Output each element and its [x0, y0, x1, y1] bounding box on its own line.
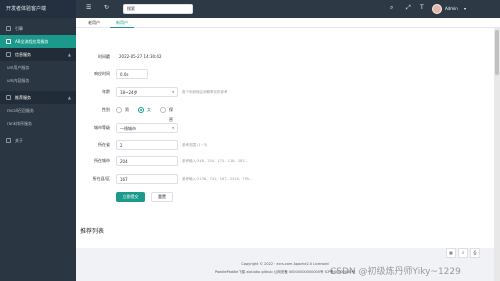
county-field[interactable]: 167 [116, 174, 178, 184]
time-value: 2022-05-27 14:30:42 [116, 52, 174, 62]
sidebar-item-ab[interactable]: AB全流程应用服务 [0, 35, 76, 48]
sidebar-item-engine[interactable]: 引擎 [0, 22, 76, 35]
chevron-down-icon: ▼ [172, 126, 175, 130]
export-icon[interactable]: ⇩ [458, 248, 468, 258]
chevron-up-icon: ▲ [67, 95, 71, 100]
refresh-icon[interactable]: ↻ [104, 5, 109, 11]
about-icon [6, 138, 11, 143]
sidebar-item-recall[interactable]: recall召回服务 [0, 104, 76, 117]
gender-radio-female[interactable] [138, 107, 144, 113]
chevron-down-icon: ▼ [172, 90, 175, 94]
city-level-select[interactable]: 一线城市 [116, 123, 178, 133]
sidebar-item-rank[interactable]: rank排序服务 [0, 117, 76, 130]
reset-button[interactable]: 重置 [151, 192, 173, 202]
sidebar-group-recommend[interactable]: 推荐服务 ▲ [0, 91, 76, 104]
scrollbar[interactable] [494, 28, 500, 281]
city-label: 所在城市 [94, 158, 110, 163]
topbar: ☰ ↻ 搜索 ⌕ ⤢ T Admin ▾ [76, 0, 500, 18]
gender-radio-male[interactable] [116, 107, 122, 113]
city-level-label: 城市等级 [94, 125, 110, 130]
sidebar-item-um-user[interactable]: um用户服务 [0, 61, 76, 74]
ab-icon [6, 39, 11, 44]
county-label: 所在县/区 [92, 176, 110, 181]
recommend-panel: 推荐列表 [76, 218, 494, 248]
county-hint: 参考输入:2136、741、167、2316、795... [182, 177, 253, 181]
age-select[interactable]: 18~24岁 [116, 87, 178, 97]
submit-button[interactable]: 立即提交 [116, 192, 145, 202]
brand-title: 开发者体验客户端 [0, 0, 76, 18]
gender-option-male: 男 [125, 107, 129, 112]
avatar[interactable] [432, 4, 442, 14]
latency-field[interactable]: 0.0s [116, 69, 148, 79]
text-size-icon[interactable]: T [420, 5, 424, 11]
scrollbar-thumb[interactable] [495, 30, 499, 75]
latency-label: 响应时间 [94, 71, 110, 76]
province-hint: 参考范围 (1~3) [182, 143, 208, 147]
menu-icon[interactable]: ☰ [86, 5, 91, 11]
sidebar-group-info[interactable]: 信息服务 ▲ [0, 48, 76, 61]
city-field[interactable]: 204 [116, 156, 178, 166]
recommend-icon [6, 95, 11, 100]
user-name[interactable]: Admin [445, 6, 458, 11]
tab-old-user[interactable]: 老用户 [82, 18, 106, 28]
chevron-up-icon: ▲ [67, 52, 71, 57]
time-label: 时间戳 [98, 54, 110, 59]
watermark: CSDN @初级炼丹师Yiky~1229 [330, 267, 461, 277]
tab-new-user[interactable]: 新用户 [110, 18, 134, 28]
sidebar: 开发者体验客户端 引擎 AB全流程应用服务 信息服务 ▲ um用户服务 um内容服… [0, 0, 76, 281]
sidebar-item-um-content[interactable]: um内容服务 [0, 74, 76, 87]
recommend-title: 推荐列表 [80, 228, 105, 235]
search-input[interactable]: 搜索 [123, 4, 193, 14]
province-label: 所在省 [98, 142, 110, 147]
chevron-down-icon[interactable]: ▾ [464, 6, 466, 11]
province-field[interactable]: 2 [116, 140, 178, 150]
gender-option-secret: 保密 [169, 107, 173, 122]
gender-label: 性别 [102, 107, 110, 112]
gender-option-female: 女 [147, 107, 151, 112]
info-icon [6, 52, 11, 57]
age-hint: 各个年龄段区间概率仅供参考 [182, 90, 228, 94]
city-hint: 参考输入:348、204、174、116、283... [182, 159, 248, 163]
print-icon[interactable]: ⎙ [470, 248, 480, 258]
age-label: 年龄 [102, 89, 110, 94]
engine-icon [6, 26, 11, 31]
fullscreen-icon[interactable]: ⤢ [406, 5, 411, 11]
sidebar-item-about[interactable]: 关于 [0, 134, 76, 147]
gender-radio-secret[interactable] [160, 107, 166, 113]
grid-icon[interactable]: ▦ [446, 248, 456, 258]
form-panel: 时间戳 2022-05-27 14:30:42 响应时间 0.0s 年龄 18~… [76, 28, 494, 218]
search-icon[interactable]: ⌕ [390, 5, 393, 11]
tab-bar: 老用户 新用户 [76, 18, 500, 28]
